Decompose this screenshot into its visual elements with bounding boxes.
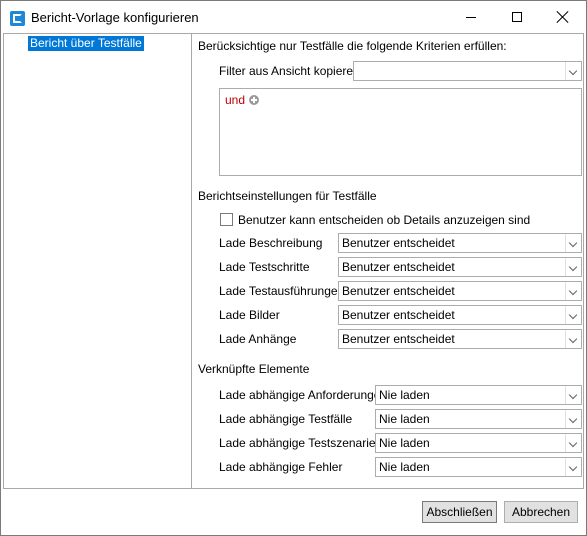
add-criterion-icon[interactable] — [249, 95, 259, 105]
cancel-button[interactable]: Abbrechen — [504, 501, 578, 523]
copy-filter-label: Filter aus Ansicht kopieren: — [219, 64, 364, 78]
load-linked-requirements-label: Lade abhängige Anforderungen — [219, 388, 388, 402]
load-attachments-label: Lade Anhänge — [219, 332, 297, 346]
load-images-label: Lade Bilder — [219, 308, 280, 322]
chevron-down-icon[interactable] — [565, 282, 581, 300]
load-description-label: Lade Beschreibung — [219, 236, 323, 250]
chevron-down-icon[interactable] — [565, 258, 581, 276]
criteria-heading: Berücksichtige nur Testfälle die folgend… — [198, 39, 507, 53]
load-linked-testcases-label: Lade abhängige Testfälle — [219, 412, 353, 426]
linked-elements-heading: Verknüpfte Elemente — [198, 362, 310, 376]
load-images-select[interactable]: Benutzer entscheidet — [338, 305, 582, 325]
load-linked-testscenarios-select[interactable]: Nie laden — [375, 433, 582, 453]
window-title: Bericht-Vorlage konfigurieren — [31, 10, 199, 25]
load-linked-defects-select[interactable]: Nie laden — [375, 457, 582, 477]
load-linked-testscenarios-label: Lade abhängige Testszenarien — [219, 436, 383, 450]
chevron-down-icon[interactable] — [565, 410, 581, 428]
load-attachments-select[interactable]: Benutzer entscheidet — [338, 329, 582, 349]
user-decides-details-checkbox[interactable] — [220, 213, 233, 226]
filter-criteria-box[interactable]: und — [219, 88, 582, 176]
minimize-icon — [466, 16, 476, 18]
load-linked-defects-label: Lade abhängige Fehler — [219, 460, 343, 474]
chevron-down-icon[interactable] — [565, 434, 581, 452]
report-settings-heading: Berichtseinstellungen für Testfälle — [198, 189, 377, 203]
app-icon — [10, 11, 25, 26]
operator-label[interactable]: und — [225, 93, 245, 107]
chevron-down-icon[interactable] — [565, 330, 581, 348]
load-teststeps-select[interactable]: Benutzer entscheidet — [338, 257, 582, 277]
minimize-button[interactable] — [448, 1, 494, 33]
load-teststeps-label: Lade Testschritte — [219, 260, 310, 274]
load-testruns-label: Lade Testausführungen — [219, 284, 345, 298]
close-icon — [557, 11, 569, 23]
load-linked-requirements-select[interactable]: Nie laden — [375, 385, 582, 405]
chevron-down-icon[interactable] — [565, 386, 581, 404]
nav-panel: Bericht über Testfälle — [4, 34, 192, 488]
user-decides-details-label: Benutzer kann entscheiden ob Details anz… — [238, 213, 531, 227]
chevron-down-icon[interactable] — [565, 306, 581, 324]
title-bar[interactable]: Bericht-Vorlage konfigurieren — [1, 1, 586, 34]
settings-panel: Berücksichtige nur Testfälle die folgend… — [193, 34, 583, 488]
close-button[interactable] — [540, 1, 586, 33]
maximize-icon — [512, 12, 522, 22]
main-frame: Bericht über Testfälle Berücksichtige nu… — [3, 33, 584, 489]
finish-button[interactable]: Abschließen — [422, 501, 497, 523]
chevron-down-icon[interactable] — [565, 234, 581, 252]
dialog-window: Bericht-Vorlage konfigurieren Bericht üb… — [0, 0, 587, 536]
load-description-select[interactable]: Benutzer entscheidet — [338, 233, 582, 253]
maximize-button[interactable] — [494, 1, 540, 33]
load-testruns-select[interactable]: Benutzer entscheidet — [338, 281, 582, 301]
load-linked-testcases-select[interactable]: Nie laden — [375, 409, 582, 429]
chevron-down-icon[interactable] — [565, 458, 581, 476]
copy-filter-select[interactable] — [353, 61, 582, 81]
chevron-down-icon[interactable] — [565, 62, 581, 80]
nav-item-testcase-report[interactable]: Bericht über Testfälle — [28, 36, 144, 51]
